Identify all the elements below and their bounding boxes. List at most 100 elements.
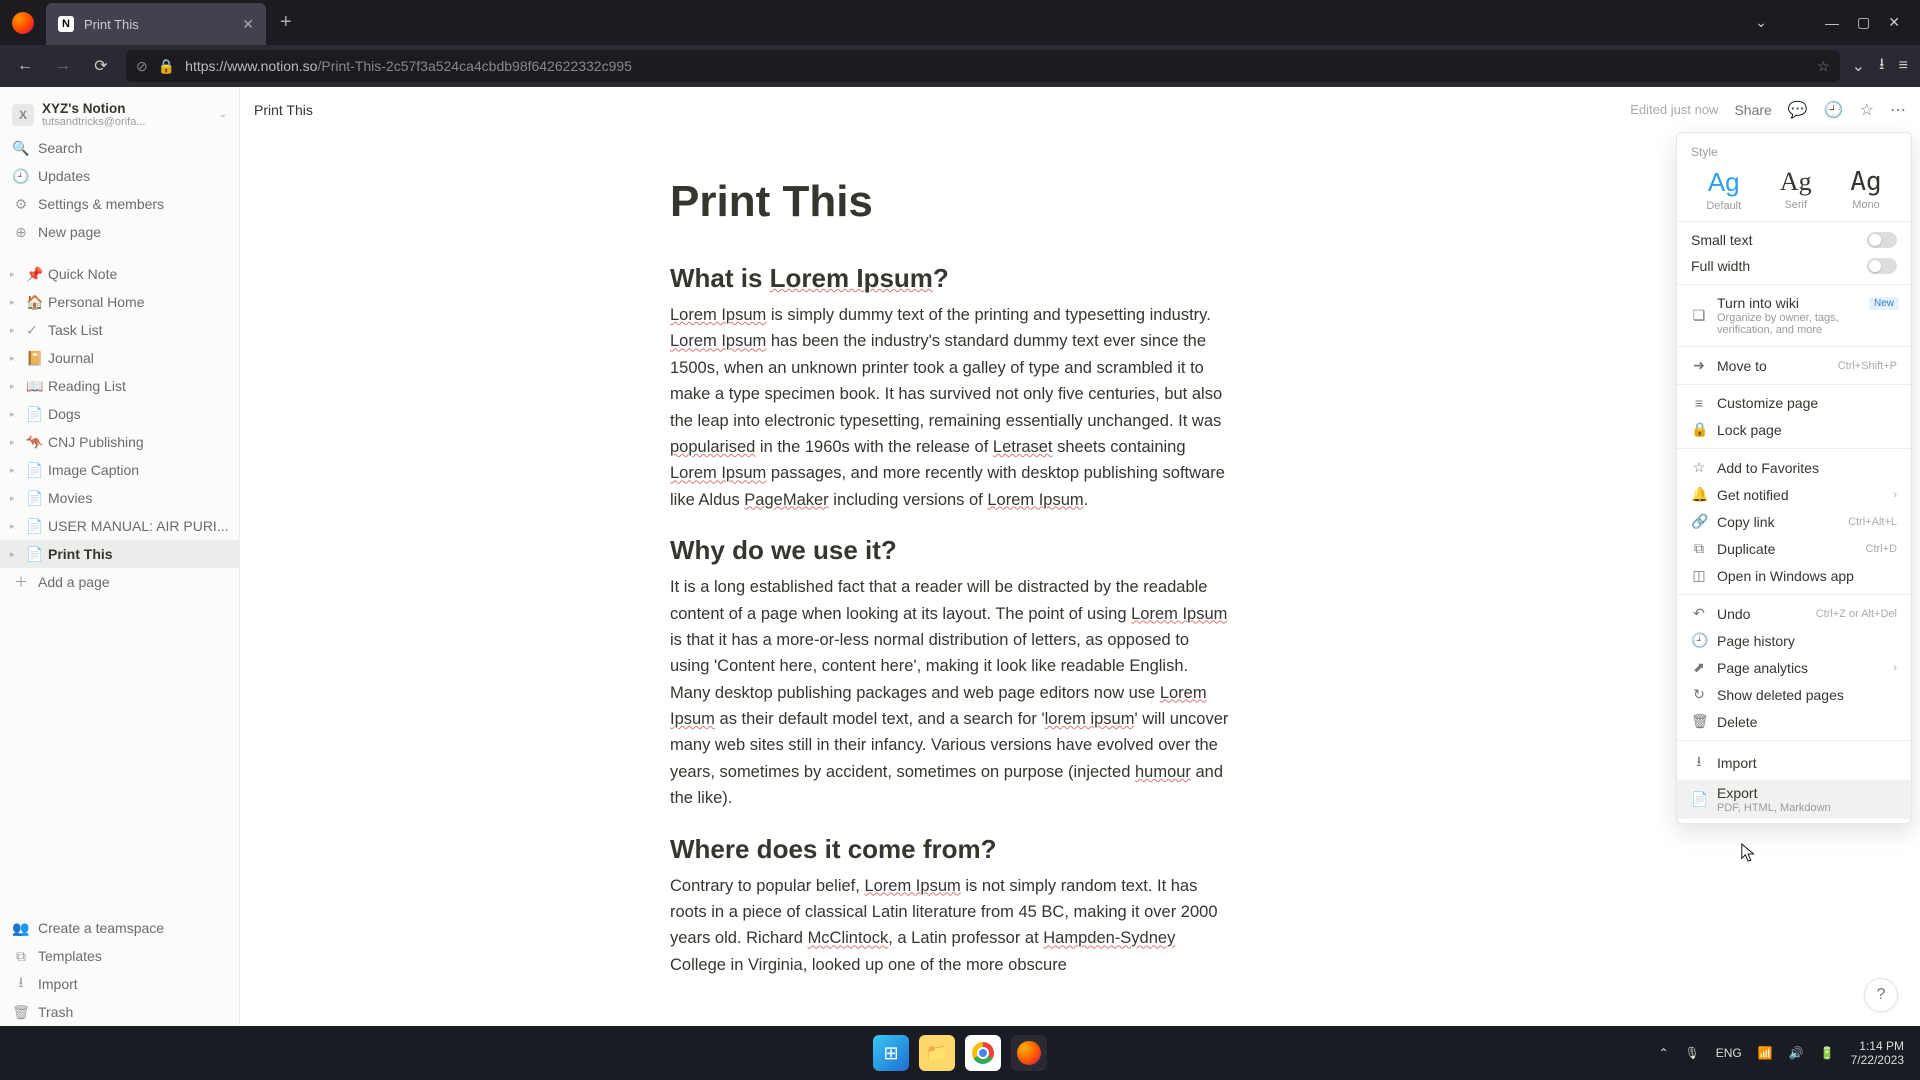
caret-icon[interactable]: ▸ [10,325,22,336]
window-maximize-icon[interactable]: ▢ [1857,14,1870,31]
lock-page-button[interactable]: 🔒Lock page [1677,416,1911,443]
sidebar-page-item[interactable]: ▸📖Reading List [0,372,239,400]
close-tab-icon[interactable]: ✕ [242,16,254,33]
small-text-toggle[interactable]: Small text [1677,227,1911,253]
sidebar-page-item[interactable]: ▸📌Quick Note [0,260,239,288]
undo-button[interactable]: ↶UndoCtrl+Z or Alt+Del [1677,600,1911,627]
new-tab-button[interactable]: + [280,11,292,34]
caret-icon[interactable]: ▸ [10,353,22,364]
tray-mic-icon[interactable]: 🎙 [1685,1046,1700,1060]
sidebar-page-item[interactable]: ▸📄USER MANUAL: AIR PURI... [0,512,239,540]
sidebar-page-item[interactable]: ▸📄Movies [0,484,239,512]
paragraph-2[interactable]: It is a long established fact that a rea… [670,574,1230,812]
sidebar-page-item[interactable]: ▸📄Dogs [0,400,239,428]
sidebar-page-item[interactable]: ▸📔Journal [0,344,239,372]
reload-button[interactable]: ⟳ [88,53,114,79]
move-to-button[interactable]: ➜Move toCtrl+Shift+P [1677,352,1911,379]
tabs-dropdown-icon[interactable]: ⌄ [1755,14,1767,31]
toggle-icon[interactable] [1867,232,1897,248]
duplicate-button[interactable]: ⧉DuplicateCtrl+D [1677,535,1911,562]
sidebar-item-search[interactable]: 🔍Search [0,134,239,162]
sidebar-page-item[interactable]: ▸✓Task List [0,316,239,344]
page-history-button[interactable]: 🕘Page history [1677,627,1911,654]
shield-icon[interactable]: ⊘ [136,58,148,75]
file-explorer-icon[interactable]: 📁 [919,1035,955,1071]
page-title[interactable]: Print This [670,177,1310,227]
caret-icon[interactable]: ▸ [10,437,22,448]
browser-tab[interactable]: N Print This ✕ [46,3,266,45]
tray-battery-icon[interactable]: 🔋 [1820,1046,1835,1060]
add-favorites-button[interactable]: ☆Add to Favorites [1677,454,1911,481]
sidebar-item-updates[interactable]: 🕘Updates [0,162,239,190]
bookmark-star-icon[interactable]: ☆ [1817,58,1830,75]
sidebar-item-templates[interactable]: ⧉Templates [0,942,239,970]
customize-page-button[interactable]: ≡Customize page [1677,390,1911,416]
pocket-icon[interactable]: ⌄ [1852,56,1865,76]
import-button[interactable]: ⭳Import [1677,746,1911,780]
clock-icon[interactable]: 🕘 [1824,100,1844,120]
lock-icon[interactable]: 🔒 [158,58,175,75]
workspace-switcher[interactable]: X XYZ's Notion tutsandtricks@orifa... ⌄ [0,95,239,134]
more-icon[interactable]: ⋯ [1890,100,1906,120]
sidebar-page-item[interactable]: ▸📄Image Caption [0,456,239,484]
tray-chevron-icon[interactable]: ⌃ [1658,1046,1668,1060]
caret-icon[interactable]: ▸ [10,521,22,532]
caret-icon[interactable]: ▸ [10,465,22,476]
tray-clock[interactable]: 1:14 PM 7/22/2023 [1851,1039,1904,1068]
caret-icon[interactable]: ▸ [10,269,22,280]
page-label: Movies [48,490,92,506]
delete-button[interactable]: 🗑Delete [1677,708,1911,735]
sidebar-page-item[interactable]: ▸🏠Personal Home [0,288,239,316]
caret-icon[interactable]: ▸ [10,493,22,504]
favorite-star-icon[interactable]: ☆ [1860,100,1874,120]
copy-link-button[interactable]: 🔗Copy linkCtrl+Alt+L [1677,508,1911,535]
page-analytics-button[interactable]: ⬈Page analytics› [1677,654,1911,681]
tray-volume-icon[interactable]: 🔊 [1789,1046,1804,1060]
sidebar-item-trash[interactable]: 🗑Trash [0,998,239,1026]
caret-icon[interactable]: ▸ [10,297,22,308]
export-button[interactable]: 📄ExportPDF, HTML, Markdown [1677,780,1911,819]
back-button[interactable]: ← [12,53,38,79]
paragraph-1[interactable]: Lorem Ipsum is simply dummy text of the … [670,302,1230,513]
share-button[interactable]: Share [1734,102,1771,118]
font-option[interactable]: AgDefault [1706,167,1741,212]
chrome-icon[interactable] [965,1035,1001,1071]
start-button[interactable]: ⊞ [873,1035,909,1071]
sidebar-item-import[interactable]: ⭳Import [0,970,239,998]
sidebar-label: Create a teamspace [38,920,164,936]
tray-lang[interactable]: ENG [1716,1046,1742,1060]
get-notified-button[interactable]: 🔔Get notified› [1677,481,1911,508]
comments-icon[interactable]: 💬 [1788,100,1808,120]
sidebar-item-settings[interactable]: ⚙Settings & members [0,190,239,218]
full-width-toggle[interactable]: Full width [1677,253,1911,279]
heading-why-use[interactable]: Why do we use it? [670,535,1310,566]
font-option[interactable]: AgMono [1850,167,1881,212]
show-deleted-button[interactable]: ↻Show deleted pages [1677,681,1911,708]
downloads-icon[interactable]: ⭳ [1879,53,1885,80]
arrow-icon: ➜ [1691,357,1707,374]
open-app-button[interactable]: ◫Open in Windows app [1677,562,1911,589]
paragraph-3[interactable]: Contrary to popular belief, Lorem Ipsum … [670,873,1230,979]
font-option[interactable]: AgSerif [1780,167,1812,212]
help-button[interactable]: ? [1864,978,1898,1012]
window-minimize-icon[interactable]: ― [1825,15,1839,31]
tray-wifi-icon[interactable]: 📶 [1758,1046,1773,1060]
sidebar-add-page[interactable]: ＋Add a page [0,568,239,596]
url-field[interactable]: ⊘ 🔒 https://www.notion.so/Print-This-2c5… [126,50,1840,82]
turn-into-wiki-button[interactable]: ❏ Turn into wikiOrganize by owner, tags,… [1677,290,1911,341]
sidebar-item-newpage[interactable]: ⊕New page [0,218,239,246]
caret-icon[interactable]: ▸ [10,409,22,420]
breadcrumb[interactable]: Print This [254,102,313,118]
menu-icon[interactable]: ≡ [1899,57,1908,75]
sidebar-item-teamspace[interactable]: 👥Create a teamspace [0,914,239,942]
heading-where-from[interactable]: Where does it come from? [670,834,1310,865]
sidebar-page-item[interactable]: ▸🦘CNJ Publishing [0,428,239,456]
caret-icon[interactable]: ▸ [10,549,22,560]
firefox-taskbar-icon[interactable] [1011,1035,1047,1071]
sidebar-page-item[interactable]: ▸📄Print This [0,540,239,568]
heading-what-is[interactable]: What is Lorem Ipsum? [670,263,1310,294]
lock-icon: 🔒 [1691,421,1707,438]
window-close-icon[interactable]: ✕ [1888,14,1900,31]
toggle-icon[interactable] [1867,258,1897,274]
caret-icon[interactable]: ▸ [10,381,22,392]
